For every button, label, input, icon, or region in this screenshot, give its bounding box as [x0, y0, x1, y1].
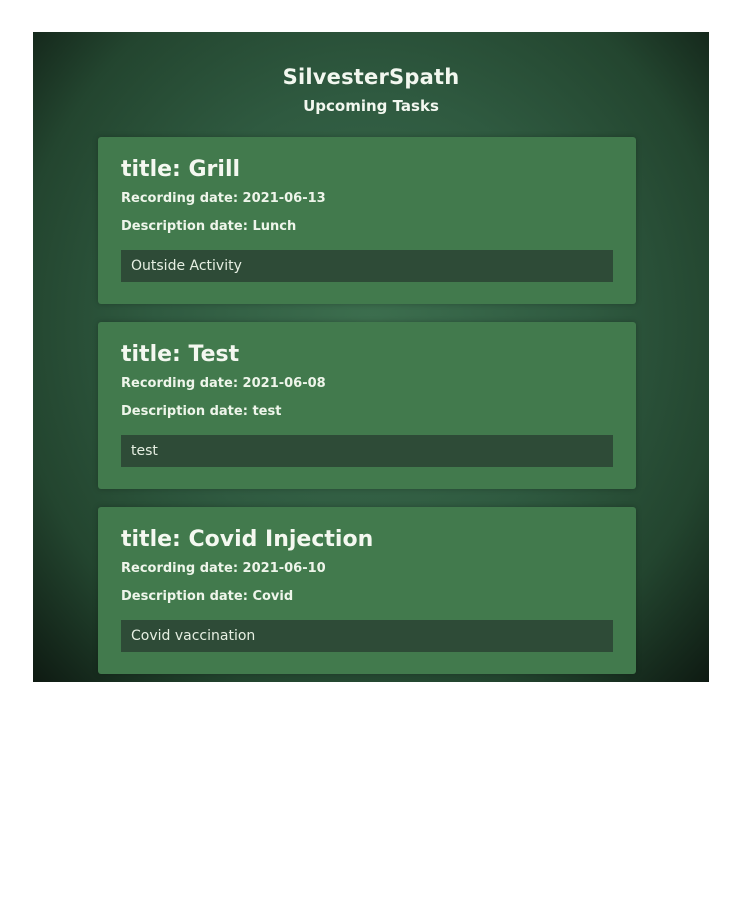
app-title: SilvesterSpath: [282, 65, 460, 89]
task-description: Outside Activity: [121, 250, 613, 282]
task-description-date: Description date: test: [121, 404, 282, 419]
task-card[interactable]: title: Grill Recording date: 2021-06-13 …: [98, 137, 636, 304]
page-header: SilvesterSpath Upcoming Tasks: [33, 62, 709, 120]
app-window: SilvesterSpath Upcoming Tasks title: Gri…: [33, 32, 709, 682]
page-subtitle: Upcoming Tasks: [303, 97, 439, 115]
task-title: title: Grill: [121, 157, 241, 182]
task-description-date: Description date: Lunch: [121, 219, 297, 234]
task-description: Covid vaccination: [121, 620, 613, 652]
task-card[interactable]: title: Covid Injection Recording date: 2…: [98, 507, 636, 674]
task-list: title: Grill Recording date: 2021-06-13 …: [98, 137, 636, 682]
task-recording-date: Recording date: 2021-06-08: [121, 376, 326, 391]
task-description: test: [121, 435, 613, 467]
task-description-date: Description date: Covid: [121, 589, 294, 604]
task-recording-date: Recording date: 2021-06-13: [121, 191, 326, 206]
task-title: title: Covid Injection: [121, 527, 374, 552]
task-title: title: Test: [121, 342, 240, 367]
task-recording-date: Recording date: 2021-06-10: [121, 561, 326, 576]
task-card[interactable]: title: Test Recording date: 2021-06-08 D…: [98, 322, 636, 489]
